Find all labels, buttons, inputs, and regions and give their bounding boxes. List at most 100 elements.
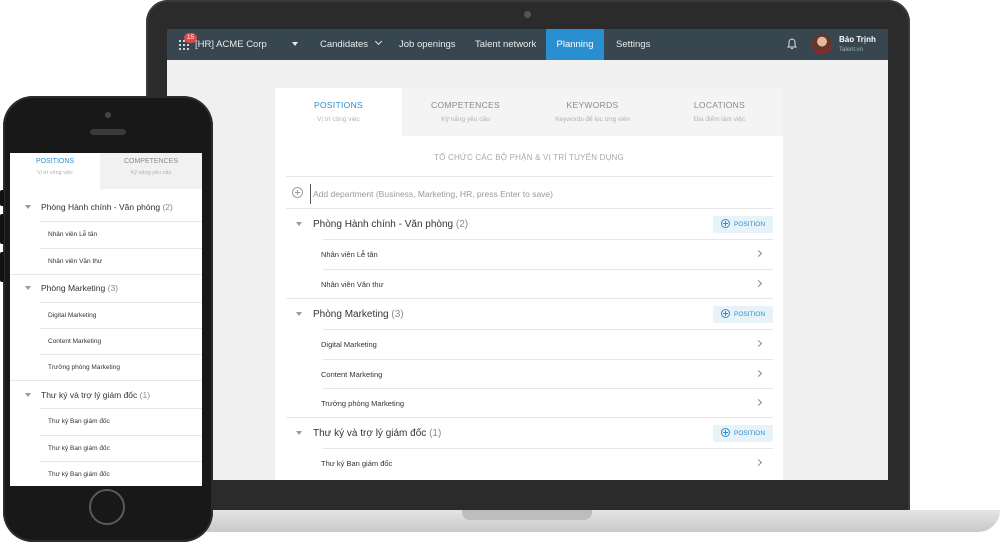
chevron-down-icon <box>374 37 382 46</box>
nav-settings[interactable]: Settings <box>616 29 650 60</box>
add-position-button[interactable]: POSITION <box>713 425 773 442</box>
tab-label: COMPETENCES <box>123 158 179 165</box>
triangle-down-icon[interactable] <box>25 205 31 209</box>
position-row[interactable]: Nhân viên Lễ tân <box>40 222 202 248</box>
add-position-button[interactable]: POSITION <box>713 306 773 323</box>
position-name: Thư ký Ban giám đốc <box>48 418 110 425</box>
add-department-row <box>286 178 773 209</box>
tab-bar: POSITIONS Vị trí công việc COMPETENCES K… <box>275 88 783 136</box>
department-name: Thư ký và trợ lý giám đốc (1) <box>41 390 150 400</box>
nav-job-openings[interactable]: Job openings <box>399 29 456 60</box>
tab-sub: Địa điểm làm việc <box>693 116 746 123</box>
position-row[interactable]: Content Marketing <box>312 360 773 389</box>
position-row[interactable]: Thư ký Ban giám đốc <box>40 462 202 486</box>
department-row[interactable]: Thư ký và trợ lý giám đốc (1) <box>10 381 202 409</box>
tab-sub: Kỹ năng yêu cầu <box>130 170 172 176</box>
department-count: (3) <box>391 309 404 320</box>
department-count: (1) <box>139 390 151 400</box>
phone-camera <box>105 112 111 118</box>
top-nav: 15 [HR] ACME Corp Candidates Job opening… <box>167 29 888 60</box>
department-row[interactable]: Phòng Marketing (3) <box>10 274 202 302</box>
tab-sub: Vị trí công việc <box>317 116 360 123</box>
position-name: Nhân viên Văn thư <box>48 258 103 265</box>
position-name: Nhân viên Lễ tân <box>321 250 378 259</box>
tab-sub: Kỹ năng yêu cầu <box>441 116 490 123</box>
department-name-text: Thư ký và trợ lý giám đốc <box>313 428 427 439</box>
user-name[interactable]: Bảo Trịnh <box>839 35 876 44</box>
company-name[interactable]: [HR] ACME Corp <box>195 29 267 60</box>
nav-talent-network[interactable]: Talent network <box>475 29 536 60</box>
chevron-right-icon <box>754 369 763 378</box>
triangle-down-icon[interactable] <box>296 222 302 226</box>
tab-sub: Vị trí công việc <box>36 170 74 176</box>
department-row[interactable]: Phòng Hành chính - Văn phòng (2) POSITIO… <box>286 209 773 239</box>
triangle-down-icon[interactable] <box>25 393 31 397</box>
avatar[interactable] <box>812 34 832 54</box>
position-row[interactable]: Nhân viên Văn thư <box>312 270 773 299</box>
position-name: Thư ký Ban giám đốc <box>48 445 110 452</box>
tab-keywords[interactable]: KEYWORDS Keywords để lọc ứng viên <box>529 88 656 136</box>
position-name: Nhân viên Văn thư <box>321 280 384 289</box>
company-dropdown[interactable] <box>292 29 298 60</box>
department-row[interactable]: Phòng Hành chính - Văn phòng (2) <box>10 193 202 221</box>
position-row[interactable]: Thư ký Ban giám đốc <box>312 449 773 478</box>
position-row[interactable]: Nhân viên Lễ tân <box>312 240 773 269</box>
department-name-text: Phòng Marketing <box>313 309 389 320</box>
triangle-down-icon[interactable] <box>25 286 31 290</box>
position-row[interactable]: Thư ký Ban giám đốc <box>40 409 202 435</box>
mobile-tab-bar: POSITIONS Vị trí công việc COMPETENCES K… <box>10 153 202 189</box>
tab-competences[interactable]: COMPETENCES Kỹ năng yêu cầu <box>100 153 202 189</box>
phone-side-button <box>0 214 4 244</box>
department-count: (2) <box>162 202 173 212</box>
position-row[interactable]: Digital Marketing <box>312 330 773 359</box>
section-title: TỔ CHỨC CÁC BỘ PHẬN & VỊ TRÍ TUYỂN DỤNG <box>434 153 624 162</box>
department-name-text: Phòng Marketing <box>41 283 106 293</box>
add-department-input[interactable] <box>310 184 755 204</box>
tab-sub: Keywords để lọc ứng viên <box>555 116 630 123</box>
planning-card: POSITIONS Vị trí công việc COMPETENCES K… <box>275 88 783 480</box>
tab-label: POSITIONS <box>314 100 363 110</box>
divider <box>286 176 773 177</box>
triangle-down-icon[interactable] <box>296 431 302 435</box>
department-count: (1) <box>429 428 442 439</box>
department-name-text: Thư ký và trợ lý giám đốc <box>41 390 138 400</box>
add-position-button[interactable]: POSITION <box>713 216 773 233</box>
tab-locations[interactable]: LOCATIONS Địa điểm làm việc <box>656 88 783 136</box>
position-name: Digital Marketing <box>48 312 97 319</box>
add-position-label: POSITION <box>734 430 766 437</box>
tab-label: COMPETENCES <box>431 100 500 110</box>
nav-candidates[interactable]: Candidates <box>320 29 382 60</box>
position-row[interactable]: Nhân viên Văn thư <box>40 249 202 275</box>
tab-label: LOCATIONS <box>693 100 746 110</box>
position-row[interactable]: Trưởng phòng Marketing <box>40 355 202 381</box>
add-position-label: POSITION <box>734 311 766 318</box>
position-name: Thư ký Ban giám đốc <box>48 471 110 478</box>
plus-circle-icon[interactable] <box>292 187 303 198</box>
tab-label: POSITIONS <box>35 158 75 165</box>
phone-side-button <box>0 252 4 282</box>
department-name: Phòng Hành chính - Văn phòng (2) <box>41 202 173 212</box>
position-name: Content Marketing <box>321 370 383 379</box>
plus-circle-icon <box>721 428 730 437</box>
bell-icon[interactable] <box>787 38 797 50</box>
department-count: (3) <box>107 283 119 293</box>
tab-positions[interactable]: POSITIONS Vị trí công việc <box>10 153 100 189</box>
position-row[interactable]: Thư ký Ban giám đốc <box>40 436 202 462</box>
department-row[interactable]: Thư ký và trợ lý giám đốc (1) POSITION <box>286 418 773 448</box>
tab-positions[interactable]: POSITIONS Vị trí công việc <box>275 88 402 136</box>
tab-competences[interactable]: COMPETENCES Kỹ năng yêu cầu <box>402 88 529 136</box>
position-row[interactable]: Trưởng phòng Marketing <box>312 389 773 418</box>
position-row[interactable]: Content Marketing <box>40 329 202 355</box>
position-name: Nhân viên Lễ tân <box>48 231 98 238</box>
chevron-right-icon <box>754 458 763 467</box>
laptop-camera <box>524 11 531 18</box>
chevron-down-icon <box>292 42 298 47</box>
department-name: Phòng Hành chính - Văn phòng (2) <box>313 219 468 230</box>
triangle-down-icon[interactable] <box>296 312 302 316</box>
nav-planning[interactable]: Planning <box>546 29 604 60</box>
phone-home-button[interactable] <box>89 489 125 525</box>
plus-circle-icon <box>721 309 730 318</box>
department-row[interactable]: Phòng Marketing (3) POSITION <box>286 299 773 329</box>
position-name: Digital Marketing <box>321 340 377 349</box>
position-row[interactable]: Digital Marketing <box>40 303 202 329</box>
